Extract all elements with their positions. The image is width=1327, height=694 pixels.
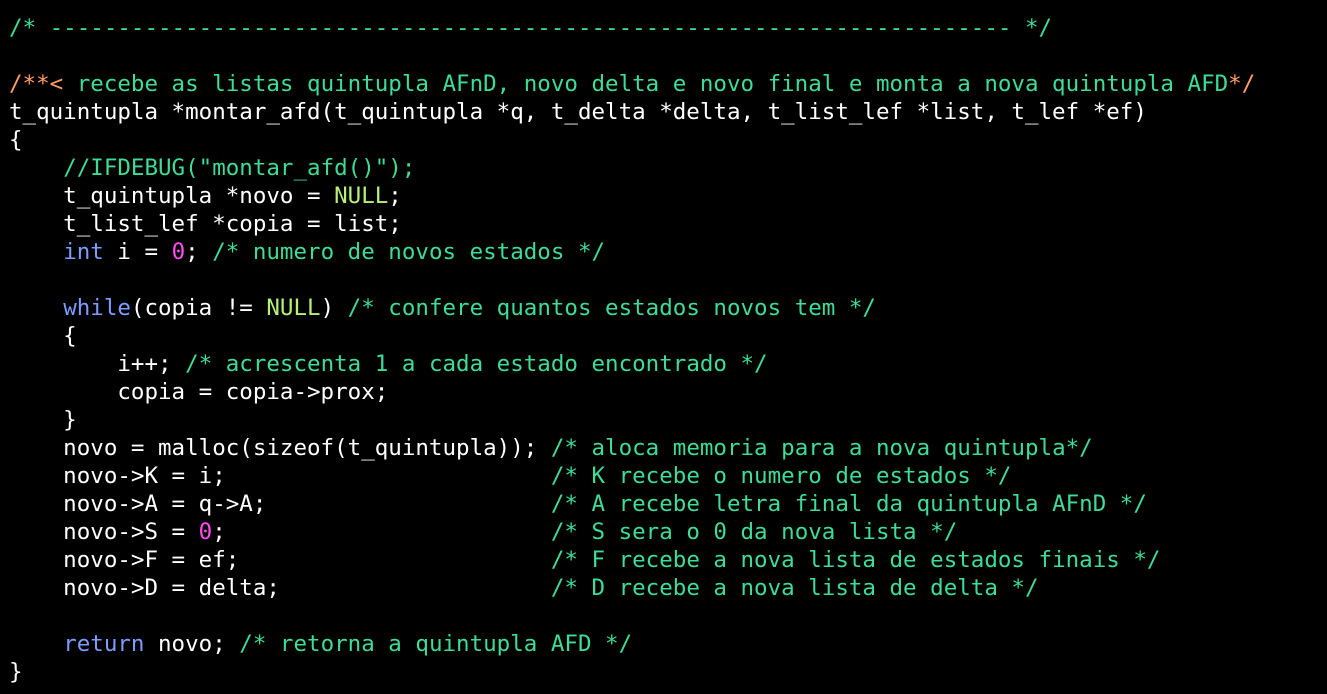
code-token-plain: t_quintupla *montar_afd(t_quintupla *q, … xyxy=(9,99,1147,125)
code-token-const: NULL xyxy=(334,183,389,209)
code-line: } xyxy=(9,406,1255,434)
code-line: } xyxy=(9,658,1255,686)
code-line: return novo; /* retorna a quintupla AFD … xyxy=(9,630,1255,658)
code-token-plain: novo->K = i; xyxy=(9,463,551,489)
code-line: t_list_lef *copia = list; xyxy=(9,210,1255,238)
code-line: //IFDEBUG("montar_afd()"); xyxy=(9,154,1255,182)
code-token-const: NULL xyxy=(266,295,321,321)
code-token-keyword: return xyxy=(63,631,145,657)
code-editor[interactable]: /* -------------------------------------… xyxy=(0,0,1327,694)
code-line: t_quintupla *novo = NULL; xyxy=(9,182,1255,210)
code-token-plain: ; xyxy=(212,519,551,545)
code-token-plain: t_list_lef *copia = list; xyxy=(9,211,402,237)
code-token-keyword: while xyxy=(63,295,131,321)
code-token-number: 0 xyxy=(171,239,186,265)
code-token-plain: { xyxy=(9,127,23,153)
code-token-comment: /* A recebe letra final da quintupla AFn… xyxy=(550,491,1147,517)
code-token-plain: ; xyxy=(388,183,402,209)
code-area[interactable]: /* -------------------------------------… xyxy=(9,14,1255,686)
code-token-plain: novo->F = ef; xyxy=(9,547,551,573)
code-token-comment: /* acrescenta 1 a cada estado encontrado… xyxy=(185,351,768,377)
code-line: /**< recebe as listas quintupla AFnD, no… xyxy=(9,70,1255,98)
code-token-plain: novo; xyxy=(144,631,240,657)
code-token-comment: /* aloca memoria para a nova quintupla*/ xyxy=(550,435,1093,461)
code-token-plain: } xyxy=(9,659,23,685)
code-line: { xyxy=(9,126,1255,154)
code-line: t_quintupla *montar_afd(t_quintupla *q, … xyxy=(9,98,1255,126)
code-token-plain: } xyxy=(9,407,77,433)
code-token-comment: /* F recebe a nova lista de estados fina… xyxy=(550,547,1161,573)
code-token-plain: copia = copia->prox; xyxy=(9,379,389,405)
code-token-plain: t_quintupla *novo = xyxy=(9,183,335,209)
code-token-comment: /* confere quantos estados novos tem */ xyxy=(347,295,876,321)
code-token-number: 0 xyxy=(198,519,213,545)
code-line: novo->K = i; /* K recebe o numero de est… xyxy=(9,462,1255,490)
code-token-plain: ) xyxy=(320,295,348,321)
code-token-keyword: int xyxy=(63,239,104,265)
code-token-plain: { xyxy=(9,323,77,349)
code-token-plain: i = xyxy=(103,239,172,265)
code-line: novo->D = delta; /* D recebe a nova list… xyxy=(9,574,1255,602)
code-line: novo->A = q->A; /* A recebe letra final … xyxy=(9,490,1255,518)
code-token-plain: novo->D = delta; xyxy=(9,575,551,601)
code-line: i++; /* acrescenta 1 a cada estado encon… xyxy=(9,350,1255,378)
code-token-plain: (copia != xyxy=(130,295,267,321)
code-token-plain: ; xyxy=(185,239,213,265)
code-line: copia = copia->prox; xyxy=(9,378,1255,406)
code-line: /* -------------------------------------… xyxy=(9,14,1255,42)
code-token-comment: recebe as listas quintupla AFnD, novo de… xyxy=(76,71,1229,97)
code-token-comment: /* -------------------------------------… xyxy=(9,15,1053,41)
code-token-plain: novo->S = xyxy=(9,519,199,545)
code-line: int i = 0; /* numero de novos estados */ xyxy=(9,238,1255,266)
code-token-doc: /**< xyxy=(9,71,77,97)
code-token-comment: //IFDEBUG("montar_afd()"); xyxy=(63,155,416,181)
code-line: novo = malloc(sizeof(t_quintupla)); /* a… xyxy=(9,434,1255,462)
code-line: { xyxy=(9,322,1255,350)
code-token-doc: */ xyxy=(1228,71,1256,97)
code-token-comment: /* D recebe a nova lista de delta */ xyxy=(550,575,1039,601)
code-token-plain: novo->A = q->A; xyxy=(9,491,551,517)
code-token-plain: i++; xyxy=(9,351,186,377)
code-token-comment: /* retorna a quintupla AFD */ xyxy=(239,631,633,657)
code-token-comment: /* numero de novos estados */ xyxy=(212,239,606,265)
code-token-comment: /* K recebe o numero de estados */ xyxy=(550,463,1012,489)
code-line: novo->F = ef; /* F recebe a nova lista d… xyxy=(9,546,1255,574)
code-line: novo->S = 0; /* S sera o 0 da nova lista… xyxy=(9,518,1255,546)
code-token-comment: /* S sera o 0 da nova lista */ xyxy=(550,519,958,545)
code-token-plain: novo = malloc(sizeof(t_quintupla)); xyxy=(9,435,551,461)
code-line: while(copia != NULL) /* confere quantos … xyxy=(9,294,1255,322)
